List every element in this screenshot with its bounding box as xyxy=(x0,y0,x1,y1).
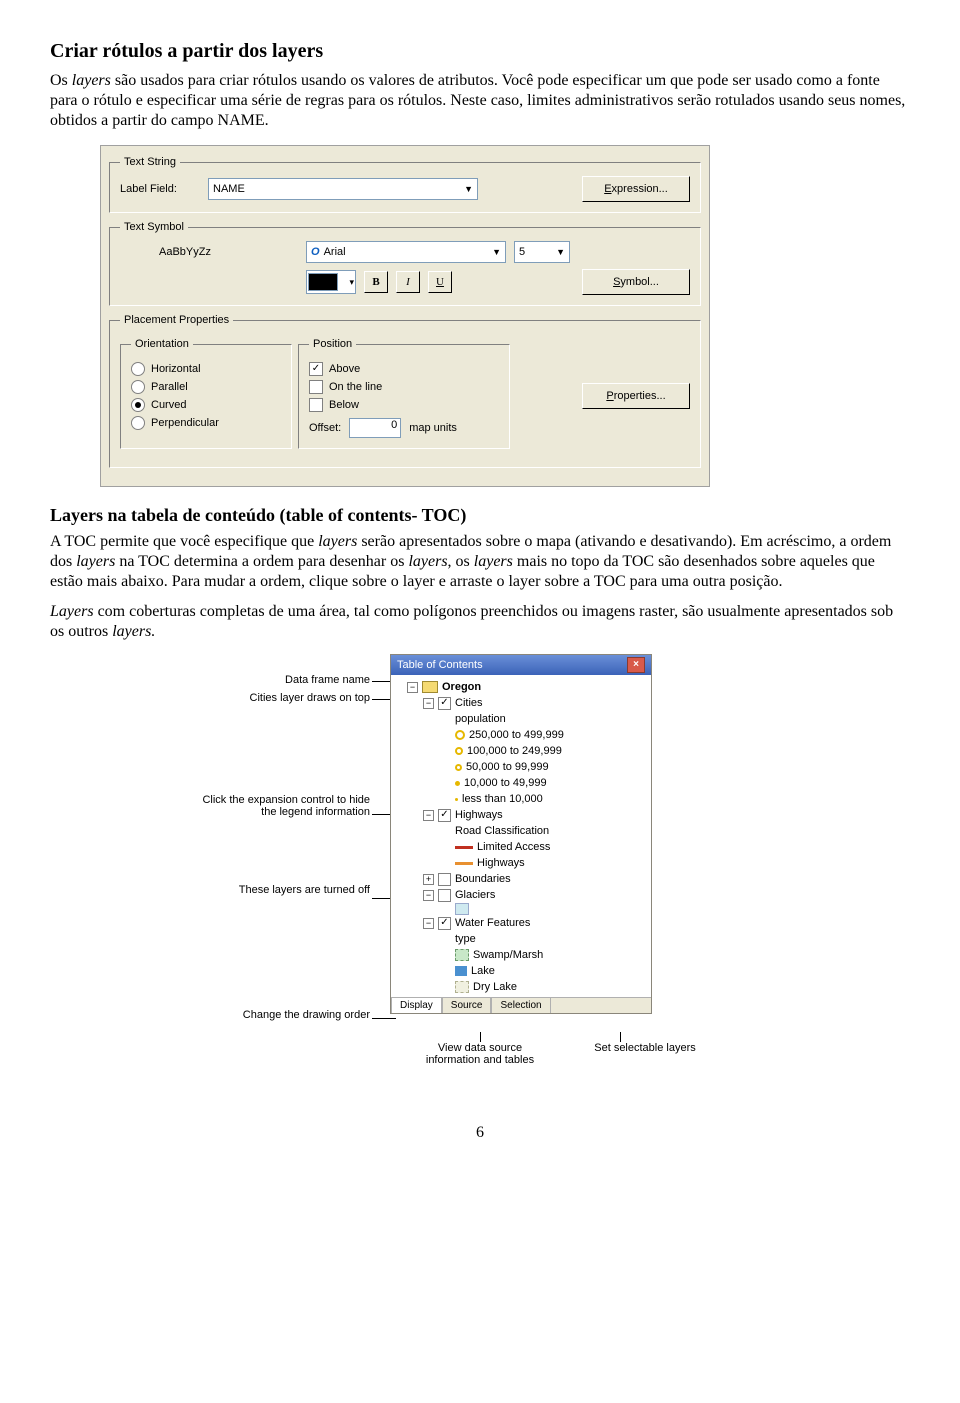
orientation-group: Orientation Horizontal Parallel Curved P… xyxy=(120,338,292,449)
chevron-down-icon: ▼ xyxy=(486,247,501,257)
layer-checkbox[interactable] xyxy=(438,809,451,822)
legend-item: Dry Lake xyxy=(395,979,647,995)
tab-selection[interactable]: Selection xyxy=(491,997,550,1013)
font-sample: AaBbYyZz xyxy=(120,246,250,258)
collapse-icon[interactable]: − xyxy=(423,890,434,901)
font-icon: O xyxy=(311,246,320,258)
legend-item: 100,000 to 249,999 xyxy=(395,743,647,759)
layer-glaciers[interactable]: −Glaciers xyxy=(395,887,647,903)
orientation-horizontal-radio[interactable]: Horizontal xyxy=(131,362,281,376)
annot-expand: Click the expansion control to hide the … xyxy=(200,794,370,818)
close-icon[interactable]: × xyxy=(627,657,645,673)
font-size-combo[interactable]: 5▼ xyxy=(514,241,570,263)
text-string-legend: Text String xyxy=(120,156,180,168)
layer-water[interactable]: −Water Features xyxy=(395,915,647,931)
legend-item: Swamp/Marsh xyxy=(395,947,647,963)
collapse-icon[interactable]: − xyxy=(423,810,434,821)
orientation-parallel-radio[interactable]: Parallel xyxy=(131,380,281,394)
position-above-check[interactable]: Above xyxy=(309,362,499,376)
position-online-check[interactable]: On the line xyxy=(309,380,499,394)
layer-cities[interactable]: −Cities xyxy=(395,695,647,711)
toc-tabs: Display Source Selection xyxy=(391,997,651,1013)
legend-item: Highways xyxy=(395,855,647,871)
color-swatch-icon xyxy=(308,273,338,291)
dataframe-icon xyxy=(422,681,438,693)
collapse-icon[interactable]: − xyxy=(423,698,434,709)
label-field-label: Label Field: xyxy=(120,183,200,195)
layer-checkbox[interactable] xyxy=(438,917,451,930)
layer-checkbox[interactable] xyxy=(438,889,451,902)
annot-cities: Cities layer draws on top xyxy=(200,692,370,704)
legend-item: less than 10,000 xyxy=(395,791,647,807)
offset-label: Offset: xyxy=(309,422,341,434)
annot-order: Change the drawing order xyxy=(200,1009,370,1021)
bold-button[interactable]: B xyxy=(364,271,388,293)
legend-item: 50,000 to 99,999 xyxy=(395,759,647,775)
orientation-perpendicular-radio[interactable]: Perpendicular xyxy=(131,416,281,430)
orientation-curved-radio[interactable]: Curved xyxy=(131,398,281,412)
annot-viewsrc: View data source information and tables xyxy=(410,1042,550,1066)
legend-item: 10,000 to 49,999 xyxy=(395,775,647,791)
placement-properties-button[interactable]: Properties... xyxy=(582,383,690,409)
expression-button[interactable]: Expression... xyxy=(582,176,690,202)
legend-item: Limited Access xyxy=(395,839,647,855)
layer-highways[interactable]: −Highways xyxy=(395,807,647,823)
position-group: Position Above On the line Below Offset:… xyxy=(298,338,510,449)
tab-source[interactable]: Source xyxy=(442,997,492,1013)
toc-tree: −Oregon −Cities population 250,000 to 49… xyxy=(391,675,651,997)
toc-panel: Table of Contents × −Oregon −Cities popu… xyxy=(390,654,652,1014)
annot-dataframe: Data frame name xyxy=(200,674,370,686)
placement-properties-legend: Placement Properties xyxy=(120,314,233,326)
font-color-combo[interactable]: ▾ xyxy=(306,270,356,294)
symbol-button[interactable]: Symbol... xyxy=(582,269,690,295)
collapse-icon[interactable]: − xyxy=(407,682,418,693)
paragraph-2: A TOC permite que você especifique que l… xyxy=(50,532,910,592)
text-string-group: Text String Label Field: NAME▼ Expressio… xyxy=(109,156,701,213)
legend-item: Lake xyxy=(395,963,647,979)
label-field-combo[interactable]: NAME▼ xyxy=(208,178,478,200)
annot-selectable: Set selectable layers xyxy=(570,1042,720,1054)
expand-icon[interactable]: + xyxy=(423,874,434,885)
label-properties-dialog: Text String Label Field: NAME▼ Expressio… xyxy=(100,145,710,487)
italic-button[interactable]: I xyxy=(396,271,420,293)
annot-off: These layers are turned off xyxy=(200,884,370,896)
text-symbol-group: Text Symbol AaBbYyZz O Arial▼ 5▼ ▾ B I U… xyxy=(109,221,701,306)
legend-item xyxy=(395,903,647,915)
layer-checkbox[interactable] xyxy=(438,873,451,886)
dataframe-node[interactable]: −Oregon xyxy=(395,679,647,695)
font-family-combo[interactable]: O Arial▼ xyxy=(306,241,506,263)
heading-criar-rotulos: Criar rótulos a partir dos layers xyxy=(50,40,910,63)
heading-toc: Layers na tabela de conteúdo (table of c… xyxy=(50,505,910,526)
position-below-check[interactable]: Below xyxy=(309,398,499,412)
page-number: 6 xyxy=(50,1124,910,1142)
chevron-down-icon: ▾ xyxy=(343,277,354,288)
toc-titlebar: Table of Contents × xyxy=(391,655,651,675)
tab-display[interactable]: Display xyxy=(391,997,442,1013)
offset-input[interactable]: 0 xyxy=(349,418,401,438)
underline-button[interactable]: U xyxy=(428,271,452,293)
layer-boundaries[interactable]: +Boundaries xyxy=(395,871,647,887)
chevron-down-icon: ▼ xyxy=(550,247,565,257)
legend-item: 250,000 to 499,999 xyxy=(395,727,647,743)
text-symbol-legend: Text Symbol xyxy=(120,221,188,233)
chevron-down-icon: ▼ xyxy=(458,184,473,194)
paragraph-1: Os layers são usados para criar rótulos … xyxy=(50,71,910,131)
placement-properties-group: Placement Properties Orientation Horizon… xyxy=(109,314,701,468)
paragraph-3: Layers com coberturas completas de uma á… xyxy=(50,602,910,642)
offset-units: map units xyxy=(409,422,457,434)
layer-checkbox[interactable] xyxy=(438,697,451,710)
collapse-icon[interactable]: − xyxy=(423,918,434,929)
